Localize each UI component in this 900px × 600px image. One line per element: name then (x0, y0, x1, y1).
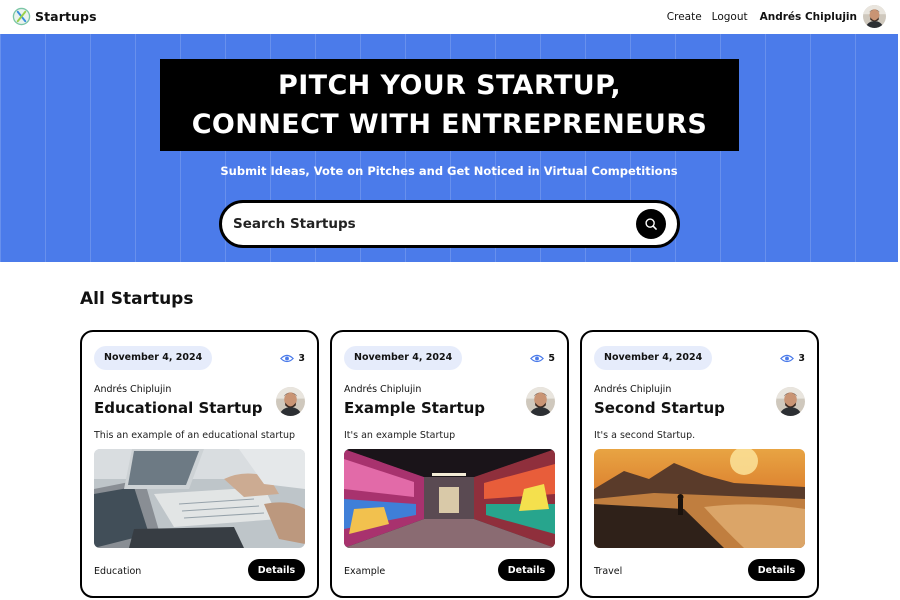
view-count-value: 3 (798, 353, 805, 364)
view-count: 3 (280, 353, 305, 364)
avatar[interactable] (276, 387, 305, 416)
startup-card: November 4, 2024 3 Andrés Chiplujin Seco… (580, 330, 819, 598)
hero-title-line-2: CONNECT WITH ENTREPRENEURS (191, 109, 708, 140)
user-name[interactable]: Andrés Chiplujin (760, 11, 857, 23)
card-title[interactable]: Educational Startup (94, 399, 263, 417)
card-description: This an example of an educational startu… (94, 430, 296, 441)
card-description: It's a second Startup. (594, 430, 696, 441)
category-label[interactable]: Example (344, 566, 385, 577)
brand-name: Startups (35, 9, 97, 24)
date-badge: November 4, 2024 (344, 346, 463, 370)
logout-link[interactable]: Logout (712, 11, 748, 23)
details-button[interactable]: Details (498, 559, 555, 581)
hero-title-line-1: PITCH YOUR STARTUP, (278, 70, 621, 101)
section-title: All Startups (80, 289, 194, 309)
view-count-value: 5 (548, 353, 555, 364)
nav-right: Create Logout Andrés Chiplujin (667, 5, 886, 28)
view-count-value: 3 (298, 353, 305, 364)
sunset-coast-photo[interactable] (594, 449, 805, 548)
details-button[interactable]: Details (748, 559, 805, 581)
office-laptop-paperwork-photo[interactable] (94, 449, 305, 548)
card-title[interactable]: Second Startup (594, 399, 725, 417)
date-badge: November 4, 2024 (594, 346, 713, 370)
startup-card: November 4, 2024 3 Andrés Chiplujin Educ… (80, 330, 319, 598)
hero-subtitle: Submit Ideas, Vote on Pitches and Get No… (220, 164, 678, 178)
author-name[interactable]: Andrés Chiplujin (344, 384, 421, 395)
view-count: 3 (780, 353, 805, 364)
search-icon (645, 218, 657, 230)
author-name[interactable]: Andrés Chiplujin (94, 384, 171, 395)
category-label[interactable]: Travel (594, 566, 622, 577)
eye-icon (530, 354, 545, 363)
category-label[interactable]: Education (94, 566, 141, 577)
hero-banner: PITCH YOUR STARTUP, CONNECT WITH ENTREPR… (0, 34, 898, 262)
navbar: Startups Create Logout Andrés Chiplujin (0, 0, 900, 34)
hero-title: PITCH YOUR STARTUP, CONNECT WITH ENTREPR… (160, 59, 739, 151)
view-count: 5 (530, 353, 555, 364)
eye-icon (780, 354, 795, 363)
avatar[interactable] (863, 5, 886, 28)
startup-card: November 4, 2024 5 Andrés Chiplujin Exam… (330, 330, 569, 598)
author-name[interactable]: Andrés Chiplujin (594, 384, 671, 395)
date-badge: November 4, 2024 (94, 346, 213, 370)
card-title[interactable]: Example Startup (344, 399, 485, 417)
create-link[interactable]: Create (667, 11, 702, 23)
avatar[interactable] (526, 387, 555, 416)
graffiti-tunnel-photo[interactable] (344, 449, 555, 548)
card-description: It's an example Startup (344, 430, 456, 441)
search-button[interactable] (636, 209, 666, 239)
startup-logo-icon (12, 7, 31, 26)
avatar[interactable] (776, 387, 805, 416)
eye-icon (280, 354, 295, 363)
details-button[interactable]: Details (248, 559, 305, 581)
brand-link[interactable]: Startups (12, 7, 97, 26)
search-input[interactable] (233, 212, 623, 236)
search-form (219, 200, 680, 248)
